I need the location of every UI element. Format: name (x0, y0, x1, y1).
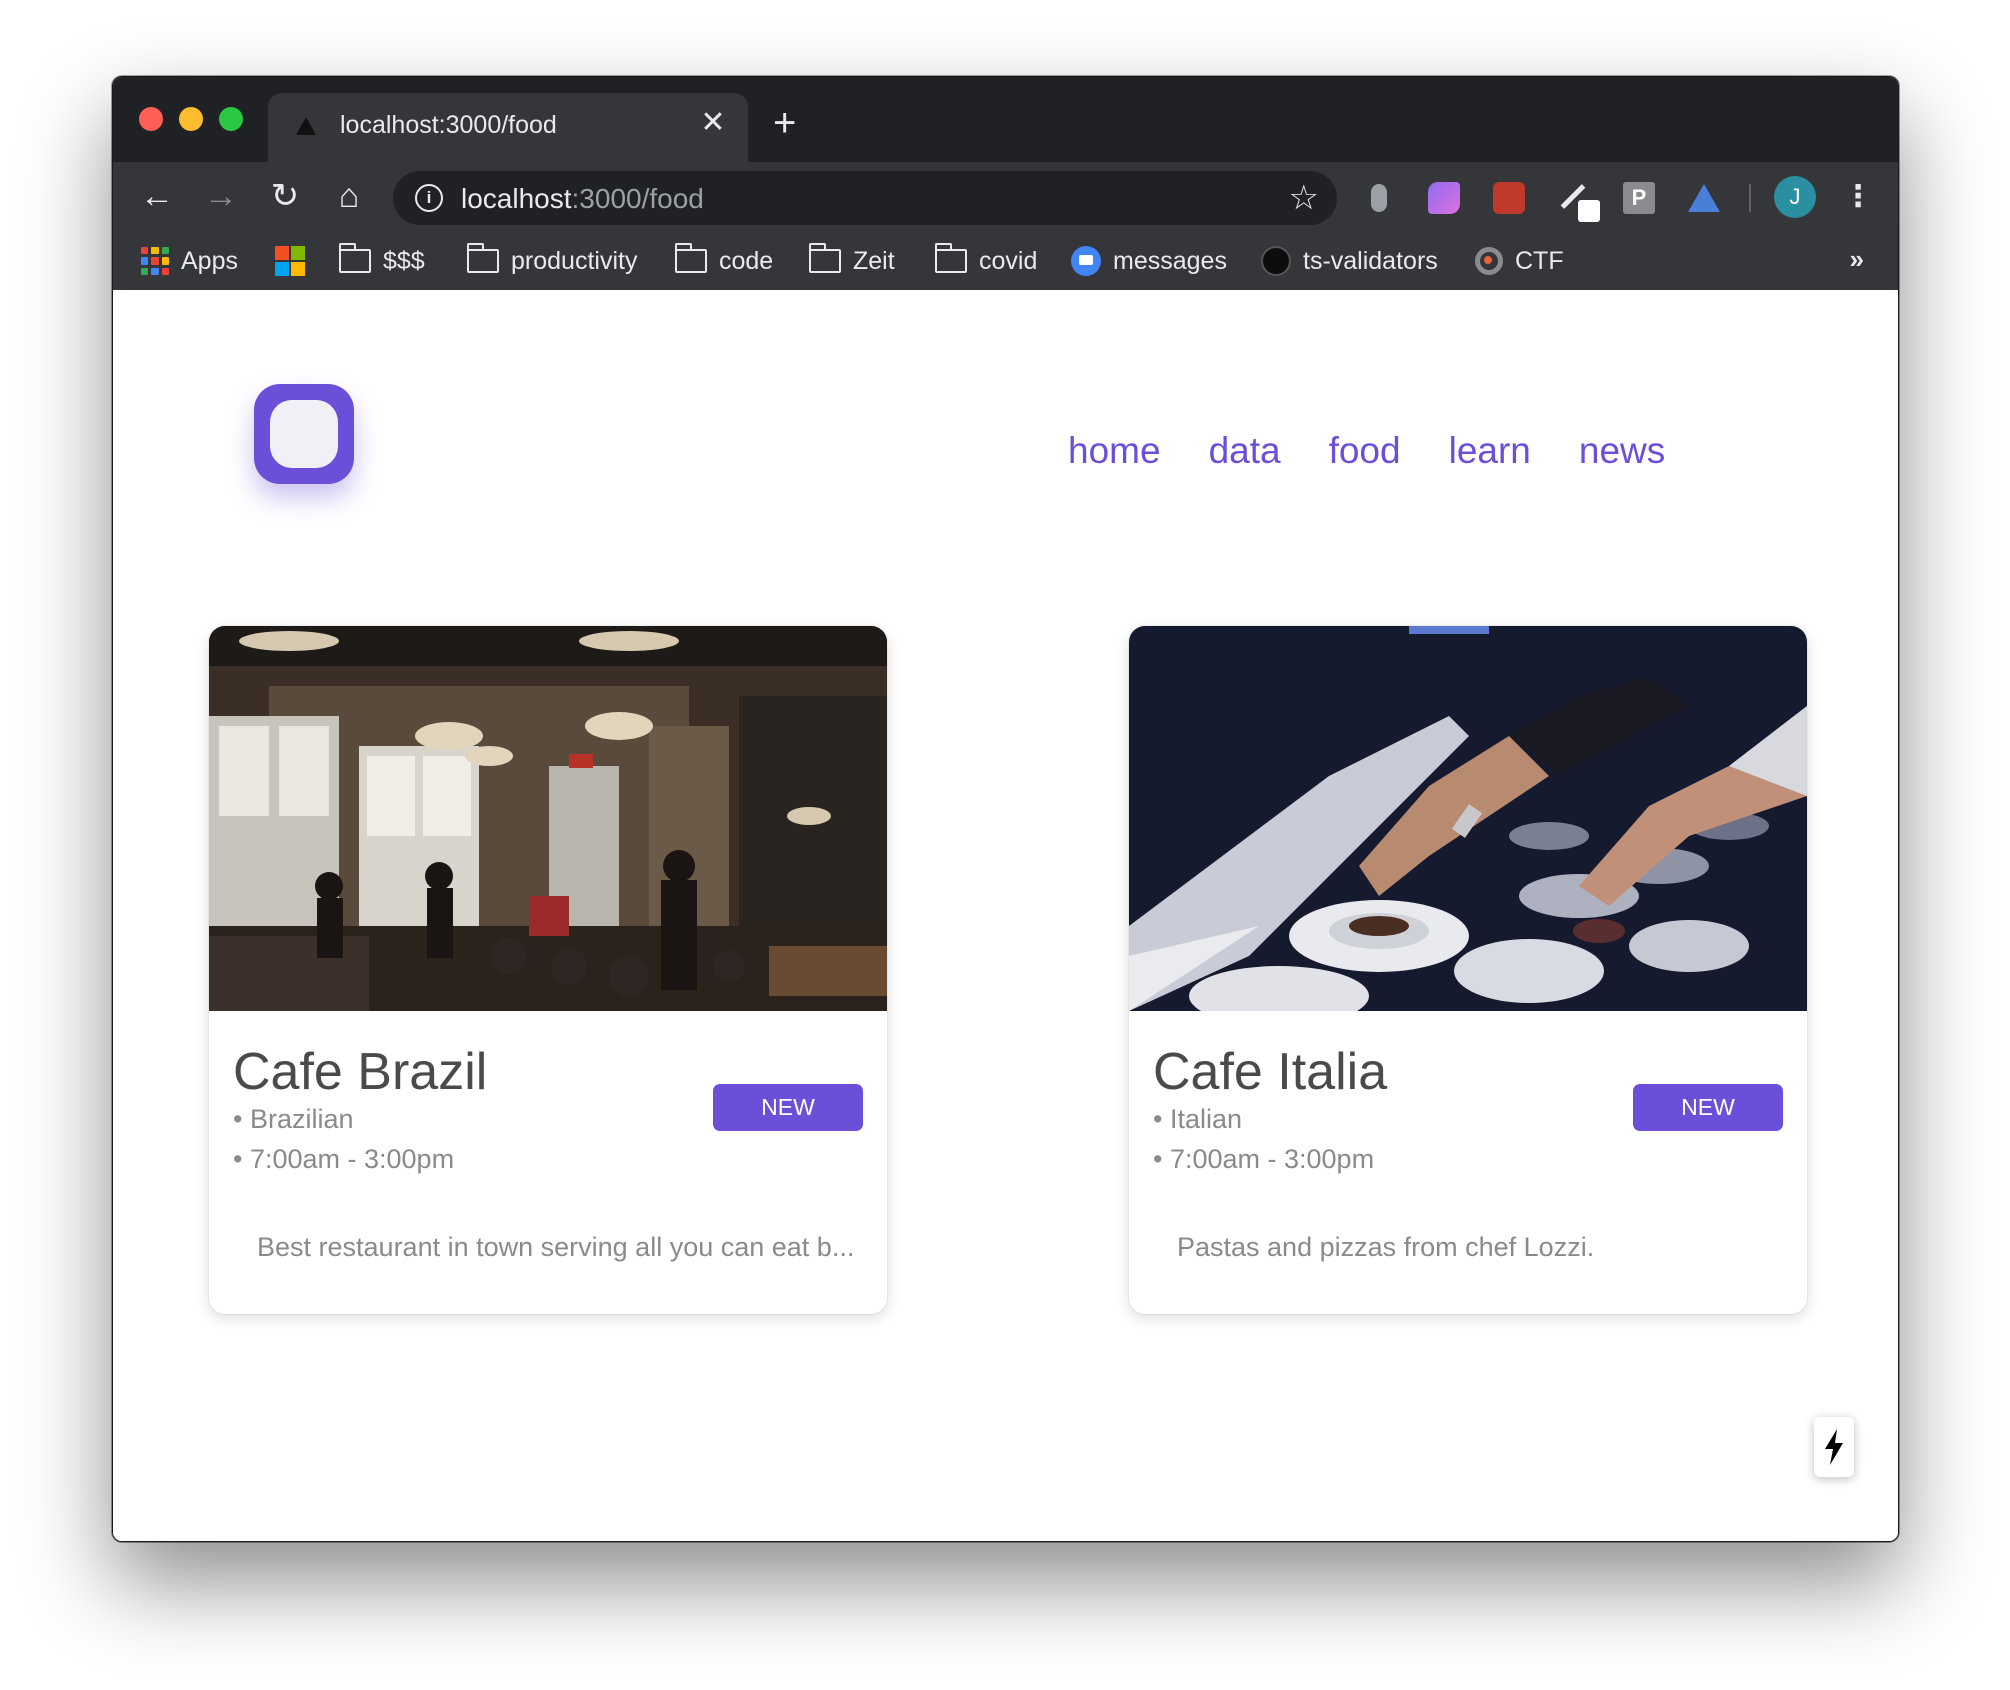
nav-link-data[interactable]: data (1209, 430, 1281, 472)
nav-link-news[interactable]: news (1579, 430, 1665, 472)
nav-link-learn[interactable]: learn (1449, 430, 1531, 472)
bookmark-label: ts-validators (1303, 246, 1438, 275)
bookmark-label: Apps (181, 246, 238, 275)
bookmark-label: productivity (511, 246, 638, 275)
extension-gradient-icon[interactable] (1428, 182, 1460, 214)
url-path: :3000/food (571, 183, 704, 214)
new-tab-button[interactable]: + (773, 103, 796, 143)
restaurant-cuisine: • Brazilian (233, 1104, 354, 1134)
active-tab[interactable]: localhost:3000/food ✕ (268, 93, 748, 162)
restaurant-card[interactable]: Cafe Brazil • Brazilian • 7:00am - 3:00p… (209, 626, 887, 1314)
bookmark-label: $$$ (383, 246, 425, 275)
restaurant-name: Cafe Brazil (233, 1043, 488, 1101)
site-info-icon[interactable]: i (415, 184, 443, 212)
url-host: localhost (461, 183, 572, 214)
toolbar-divider (1749, 184, 1751, 212)
restaurant-card[interactable]: Cafe Italia • Italian • 7:00am - 3:00pm … (1129, 626, 1807, 1314)
ctf-icon (1475, 247, 1503, 275)
bookmark-microsoft[interactable] (275, 244, 305, 278)
extension-p-icon[interactable]: P (1623, 182, 1655, 214)
restaurant-cuisine: • Italian (1153, 1104, 1243, 1134)
microsoft-icon (275, 246, 305, 276)
tab-strip: localhost:3000/food ✕ + (113, 77, 1898, 162)
bookmark-label: Zeit (853, 246, 895, 275)
reload-button[interactable]: ↻ (265, 176, 305, 216)
forward-button[interactable]: → (201, 176, 241, 216)
folder-icon (338, 243, 371, 273)
minimize-window-button[interactable] (179, 107, 203, 131)
restaurant-hours: • 7:00am - 3:00pm (233, 1144, 455, 1174)
bookmark-label: messages (1113, 246, 1227, 275)
home-button[interactable]: ⌂ (329, 176, 369, 216)
browser-toolbar: ← → ↻ ⌂ i localhost:3000/food ☆ P J ⋮ (113, 162, 1898, 232)
bookmark-apps[interactable]: Apps (141, 244, 238, 278)
bookmark-folder-productivity[interactable]: productivity (466, 243, 638, 278)
browser-menu-icon[interactable]: ⋮ (1843, 176, 1873, 218)
bookmark-label: CTF (1515, 246, 1564, 275)
folder-icon (808, 243, 841, 273)
bookmark-label: covid (979, 246, 1038, 275)
bookmark-folder-code[interactable]: code (674, 243, 774, 278)
vercel-triangle-icon (296, 117, 316, 135)
new-badge: NEW (713, 1084, 863, 1131)
bookmark-ts-validators[interactable]: ts-validators (1261, 244, 1438, 278)
site-nav: home data food learn news (1068, 430, 1665, 472)
bookmark-folder-money[interactable]: $$$ (338, 243, 425, 278)
close-tab-icon[interactable]: ✕ (696, 106, 730, 140)
bookmark-folder-zeit[interactable]: Zeit (808, 243, 895, 278)
profile-avatar[interactable]: J (1774, 176, 1816, 218)
extension-triangle-icon[interactable] (1688, 182, 1720, 214)
back-button[interactable]: ← (137, 176, 177, 216)
tab-title: localhost:3000/food (340, 111, 557, 139)
folder-icon (674, 243, 707, 273)
restaurant-description: Pastas and pizzas from chef Lozzi. (1177, 1232, 1595, 1262)
bookmarks-overflow-icon[interactable]: » (1850, 244, 1864, 275)
restaurant-hours: • 7:00am - 3:00pm (1153, 1144, 1375, 1174)
folder-icon (466, 243, 499, 273)
bookmark-messages[interactable]: messages (1071, 244, 1227, 278)
nav-link-home[interactable]: home (1068, 430, 1161, 472)
restaurant-photo (209, 626, 887, 1011)
bookmark-ctf[interactable]: CTF (1475, 244, 1564, 278)
extension-react-icon[interactable] (1493, 182, 1525, 214)
extension-mouse-icon[interactable] (1371, 184, 1387, 212)
bookmark-label: code (719, 246, 774, 275)
folder-icon (934, 243, 967, 273)
close-window-button[interactable] (139, 107, 163, 131)
bookmark-folder-covid[interactable]: covid (934, 243, 1038, 278)
logo-inner-square (270, 400, 338, 468)
address-bar[interactable]: i localhost:3000/food ☆ (393, 171, 1337, 225)
new-badge: NEW (1633, 1084, 1783, 1131)
browser-window: localhost:3000/food ✕ + ← → ↻ ⌂ i localh… (112, 76, 1899, 1542)
url-text[interactable]: localhost:3000/food (461, 183, 704, 215)
extension-pen-icon[interactable] (1558, 182, 1600, 222)
bookmark-star-icon[interactable]: ☆ (1289, 179, 1319, 217)
github-icon (1261, 246, 1291, 276)
restaurant-name: Cafe Italia (1153, 1043, 1388, 1101)
bookmarks-bar: Apps $$$ productivity code Zeit covid me… (113, 232, 1898, 290)
lightning-bolt-icon[interactable] (1814, 1417, 1854, 1477)
page-content: home data food learn news Cafe Brazil • … (113, 290, 1898, 1541)
site-logo[interactable] (254, 384, 354, 484)
maximize-window-button[interactable] (219, 107, 243, 131)
restaurant-photo (1129, 626, 1807, 1011)
restaurant-description: Best restaurant in town serving all you … (257, 1232, 855, 1262)
nav-link-food[interactable]: food (1329, 430, 1401, 472)
apps-grid-icon (141, 247, 169, 275)
messages-icon (1071, 246, 1101, 276)
